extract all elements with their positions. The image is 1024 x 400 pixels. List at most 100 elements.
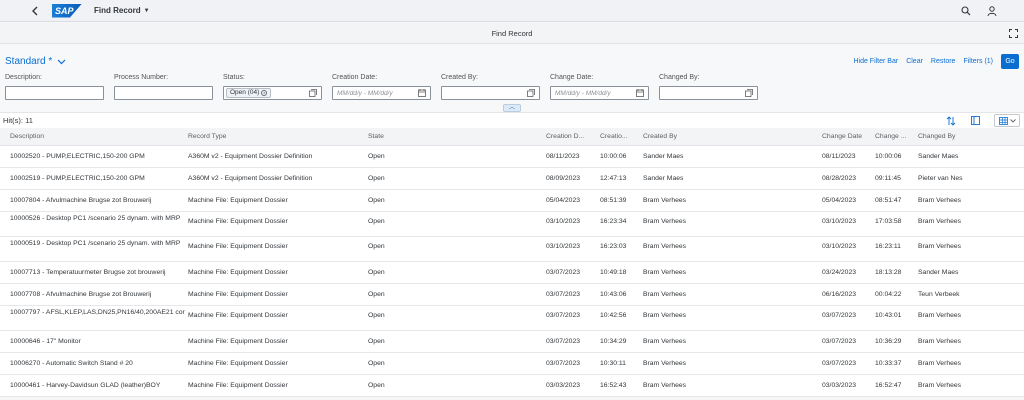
column-header-creation-date[interactable]: Creation D... bbox=[546, 133, 584, 140]
table-body: 10002520 - PUMP,ELECTRIC,150-200 GPM A360… bbox=[0, 146, 1024, 397]
app-title: Find Record bbox=[94, 6, 141, 15]
back-icon bbox=[32, 6, 38, 15]
cell-created-by: Bram Verhees bbox=[643, 338, 687, 345]
cell-change-time: 09:11:45 bbox=[875, 175, 901, 182]
cell-state: Open bbox=[368, 175, 385, 182]
table-row[interactable]: 10002519 - PUMP,ELECTRIC,150-200 GPM A360… bbox=[0, 168, 1024, 190]
status-input[interactable]: Open (04) × bbox=[223, 86, 322, 100]
changed-by-label: Changed By: bbox=[659, 74, 700, 81]
cell-record-type: Machine File: Equipment Dossier bbox=[188, 382, 288, 389]
table-row[interactable]: 10007708 - Afvulmachine Brugse zot Brouw… bbox=[0, 284, 1024, 306]
cell-record-type: A360M v2 - Equipment Dossier Definition bbox=[188, 175, 313, 182]
back-button[interactable] bbox=[24, 0, 46, 22]
hits-count: Hit(s): 11 bbox=[3, 116, 33, 125]
cell-change-date: 05/04/2023 bbox=[822, 197, 857, 204]
chevron-down-icon bbox=[1009, 118, 1016, 123]
cell-description: 10007797 - AFSL,KLEP,LAS,DN25,PN16/40,20… bbox=[10, 309, 185, 316]
calendar-icon[interactable] bbox=[636, 89, 644, 97]
column-settings-button[interactable] bbox=[970, 116, 980, 126]
status-filter: Status: Open (04) × bbox=[223, 74, 322, 100]
column-header-change-date[interactable]: Change Date bbox=[822, 133, 862, 140]
view-switch-button[interactable] bbox=[994, 114, 1020, 127]
created-by-input[interactable] bbox=[441, 86, 540, 100]
table-row[interactable]: 10007797 - AFSL,KLEP,LAS,DN25,PN16/40,20… bbox=[0, 306, 1024, 331]
cell-description: 10007713 - Temperatuurmeter Brugse zot b… bbox=[10, 269, 166, 276]
cell-description: 10002520 - PUMP,ELECTRIC,150-200 GPM bbox=[10, 153, 145, 160]
column-header-state[interactable]: State bbox=[368, 133, 384, 140]
table-row[interactable]: 10002520 - PUMP,ELECTRIC,150-200 GPM A360… bbox=[0, 146, 1024, 168]
remove-token-icon[interactable]: × bbox=[261, 90, 268, 96]
cell-state: Open bbox=[368, 338, 385, 345]
cell-record-type: Machine File: Equipment Dossier bbox=[188, 291, 288, 298]
sort-icon bbox=[946, 115, 956, 126]
clear-button[interactable]: Clear bbox=[906, 58, 923, 65]
cell-creation-time: 10:49:18 bbox=[600, 269, 627, 276]
cell-creation-date: 03/10/2023 bbox=[546, 243, 581, 250]
value-help-icon[interactable] bbox=[745, 89, 753, 97]
go-button[interactable]: Go bbox=[1001, 54, 1019, 69]
table-row[interactable]: 10000526 - Desktop PC1 /scenario 25 dyna… bbox=[0, 212, 1024, 237]
cell-created-by: Bram Verhees bbox=[643, 360, 687, 367]
column-header-changed-by[interactable]: Changed By bbox=[918, 133, 955, 140]
search-icon bbox=[961, 6, 971, 16]
table-row[interactable]: 10000519 - Desktop PC1 /scenario 25 dyna… bbox=[0, 237, 1024, 262]
filters-button[interactable]: Filters (1) bbox=[963, 58, 993, 65]
cell-description: 10000519 - Desktop PC1 /scenario 25 dyna… bbox=[10, 240, 181, 247]
cell-change-time: 10:43:01 bbox=[875, 312, 902, 319]
column-header-record-type[interactable]: Record Type bbox=[188, 133, 226, 140]
description-filter: Description: bbox=[5, 74, 104, 100]
status-token[interactable]: Open (04) × bbox=[226, 88, 272, 98]
page-title-bar: Find Record bbox=[0, 23, 1024, 44]
changed-by-input[interactable] bbox=[659, 86, 758, 100]
table-row[interactable]: 10007804 - Afvulmachine Brugse zot Brouw… bbox=[0, 190, 1024, 212]
app-title-menu[interactable]: Find Record ▼ bbox=[94, 6, 150, 15]
user-button[interactable] bbox=[986, 5, 998, 17]
sort-button[interactable] bbox=[946, 115, 956, 126]
cell-created-by: Bram Verhees bbox=[643, 243, 687, 250]
cell-creation-date: 03/03/2023 bbox=[546, 382, 581, 389]
variant-selector[interactable]: Standard * bbox=[5, 56, 66, 67]
table-row[interactable]: 10000461 - Harvey-Davidsun GLAD (leather… bbox=[0, 375, 1024, 397]
cell-creation-date: 05/04/2023 bbox=[546, 197, 581, 204]
table-row[interactable]: 10007713 - Temperatuurmeter Brugse zot b… bbox=[0, 262, 1024, 284]
cell-change-time: 10:33:37 bbox=[875, 360, 902, 367]
sap-logo[interactable]: SAP bbox=[52, 3, 82, 18]
cell-record-type: A360M v2 - Equipment Dossier Definition bbox=[188, 153, 313, 160]
column-header-creation-time[interactable]: Creatio... bbox=[600, 133, 628, 140]
cell-change-time: 10:36:29 bbox=[875, 338, 902, 345]
cell-description: 10007804 - Afvulmachine Brugse zot Brouw… bbox=[10, 197, 152, 204]
cell-state: Open bbox=[368, 197, 385, 204]
status-label: Status: bbox=[223, 74, 245, 81]
chevron-up-icon: ︿ bbox=[508, 105, 515, 111]
cell-created-by: Bram Verhees bbox=[643, 218, 687, 225]
cell-record-type: Machine File: Equipment Dossier bbox=[188, 218, 288, 225]
value-help-icon[interactable] bbox=[527, 89, 535, 97]
hide-filter-bar-button[interactable]: Hide Filter Bar bbox=[853, 58, 898, 65]
fullscreen-icon[interactable] bbox=[1009, 29, 1018, 38]
table-row[interactable]: 10000646 - 17" Monitor Machine File: Equi… bbox=[0, 331, 1024, 353]
user-icon bbox=[987, 5, 997, 16]
cell-creation-time: 16:23:34 bbox=[600, 218, 627, 225]
cell-change-time: 16:52:47 bbox=[875, 382, 902, 389]
value-help-icon[interactable] bbox=[309, 89, 317, 97]
process-number-input[interactable] bbox=[114, 86, 213, 100]
cell-creation-date: 03/07/2023 bbox=[546, 312, 581, 319]
process-number-label: Process Number: bbox=[114, 74, 169, 81]
creation-date-placeholder: MM/dd/y - MM/dd/y bbox=[337, 89, 393, 97]
change-date-input[interactable]: MM/dd/y - MM/dd/y bbox=[550, 86, 649, 100]
table-row[interactable]: 10006270 - Automatic Switch Stand # 20 Ma… bbox=[0, 353, 1024, 375]
cell-changed-by: Sander Maes bbox=[918, 153, 959, 160]
cell-changed-by: Sander Maes bbox=[918, 269, 959, 276]
description-input[interactable] bbox=[5, 86, 104, 100]
column-header-created-by[interactable]: Created By bbox=[643, 133, 677, 140]
collapse-header-button[interactable]: ︿ bbox=[503, 104, 521, 112]
column-header-description[interactable]: Description bbox=[10, 133, 44, 140]
table-toolbar: Hit(s): 11 bbox=[0, 112, 1024, 128]
calendar-icon[interactable] bbox=[418, 89, 426, 97]
restore-button[interactable]: Restore bbox=[931, 58, 956, 65]
cell-creation-date: 08/09/2023 bbox=[546, 175, 581, 182]
cell-creation-time: 12:47:13 bbox=[600, 175, 627, 182]
search-button[interactable] bbox=[960, 5, 972, 17]
column-header-change-time[interactable]: Change ... bbox=[875, 133, 906, 140]
creation-date-input[interactable]: MM/dd/y - MM/dd/y bbox=[332, 86, 431, 100]
